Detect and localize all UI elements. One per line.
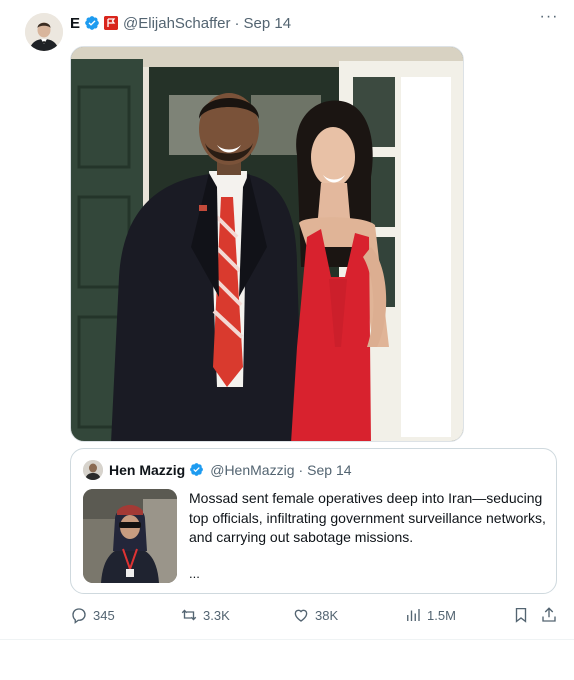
author-name[interactable]: E: [70, 15, 80, 32]
tweet-date[interactable]: Sep 14: [244, 15, 292, 32]
quoted-handle[interactable]: @HenMazzig: [210, 462, 294, 478]
reply-icon: [72, 608, 86, 624]
verified-icon: [189, 462, 205, 478]
separator-dot: ·: [234, 14, 240, 32]
separator-dot: ·: [298, 462, 304, 478]
views-button[interactable]: 1.5M: [404, 606, 456, 624]
quoted-avatar[interactable]: [83, 460, 103, 480]
bookmark-button[interactable]: [512, 606, 530, 624]
more-icon[interactable]: ···: [537, 9, 561, 30]
quoted-thumbnail[interactable]: [83, 489, 177, 583]
tweet-divider: [0, 639, 574, 640]
bookmark-icon: [515, 607, 527, 623]
share-button[interactable]: [540, 606, 558, 624]
author-avatar[interactable]: [25, 13, 63, 51]
action-bar: 345 3.3K 38K 1.5M: [70, 604, 560, 632]
tweet: E @ElijahSchaffer · Sep 14 ··· Hen Mazzi…: [0, 0, 574, 640]
like-button[interactable]: 38K: [292, 606, 338, 624]
quoted-text: Mossad sent female operatives deep into …: [189, 490, 546, 545]
repost-button[interactable]: 3.3K: [180, 606, 230, 624]
verified-icon: [84, 15, 100, 31]
repost-icon: [181, 609, 197, 621]
reply-count: 345: [93, 607, 115, 623]
views-icon: [407, 609, 420, 621]
quoted-tweet[interactable]: Hen Mazzig @HenMazzig · Sep 14 Mossad se…: [70, 448, 557, 594]
like-count: 38K: [315, 607, 339, 623]
tweet-header: E @ElijahSchaffer · Sep 14: [70, 12, 291, 34]
like-icon: [294, 609, 308, 622]
quoted-date[interactable]: Sep 14: [307, 462, 351, 478]
author-handle[interactable]: @ElijahSchaffer: [123, 15, 231, 32]
views-count: 1.5M: [427, 607, 456, 623]
tweet-photo[interactable]: [70, 46, 464, 442]
reply-button[interactable]: 345: [70, 606, 115, 624]
quoted-name[interactable]: Hen Mazzig: [109, 462, 185, 478]
share-icon: [542, 607, 556, 622]
quoted-header: Hen Mazzig @HenMazzig · Sep 14: [109, 460, 352, 480]
repost-count: 3.3K: [203, 607, 230, 623]
quoted-ellipsis: ...: [189, 566, 200, 581]
flag-badge-icon: [104, 16, 119, 30]
